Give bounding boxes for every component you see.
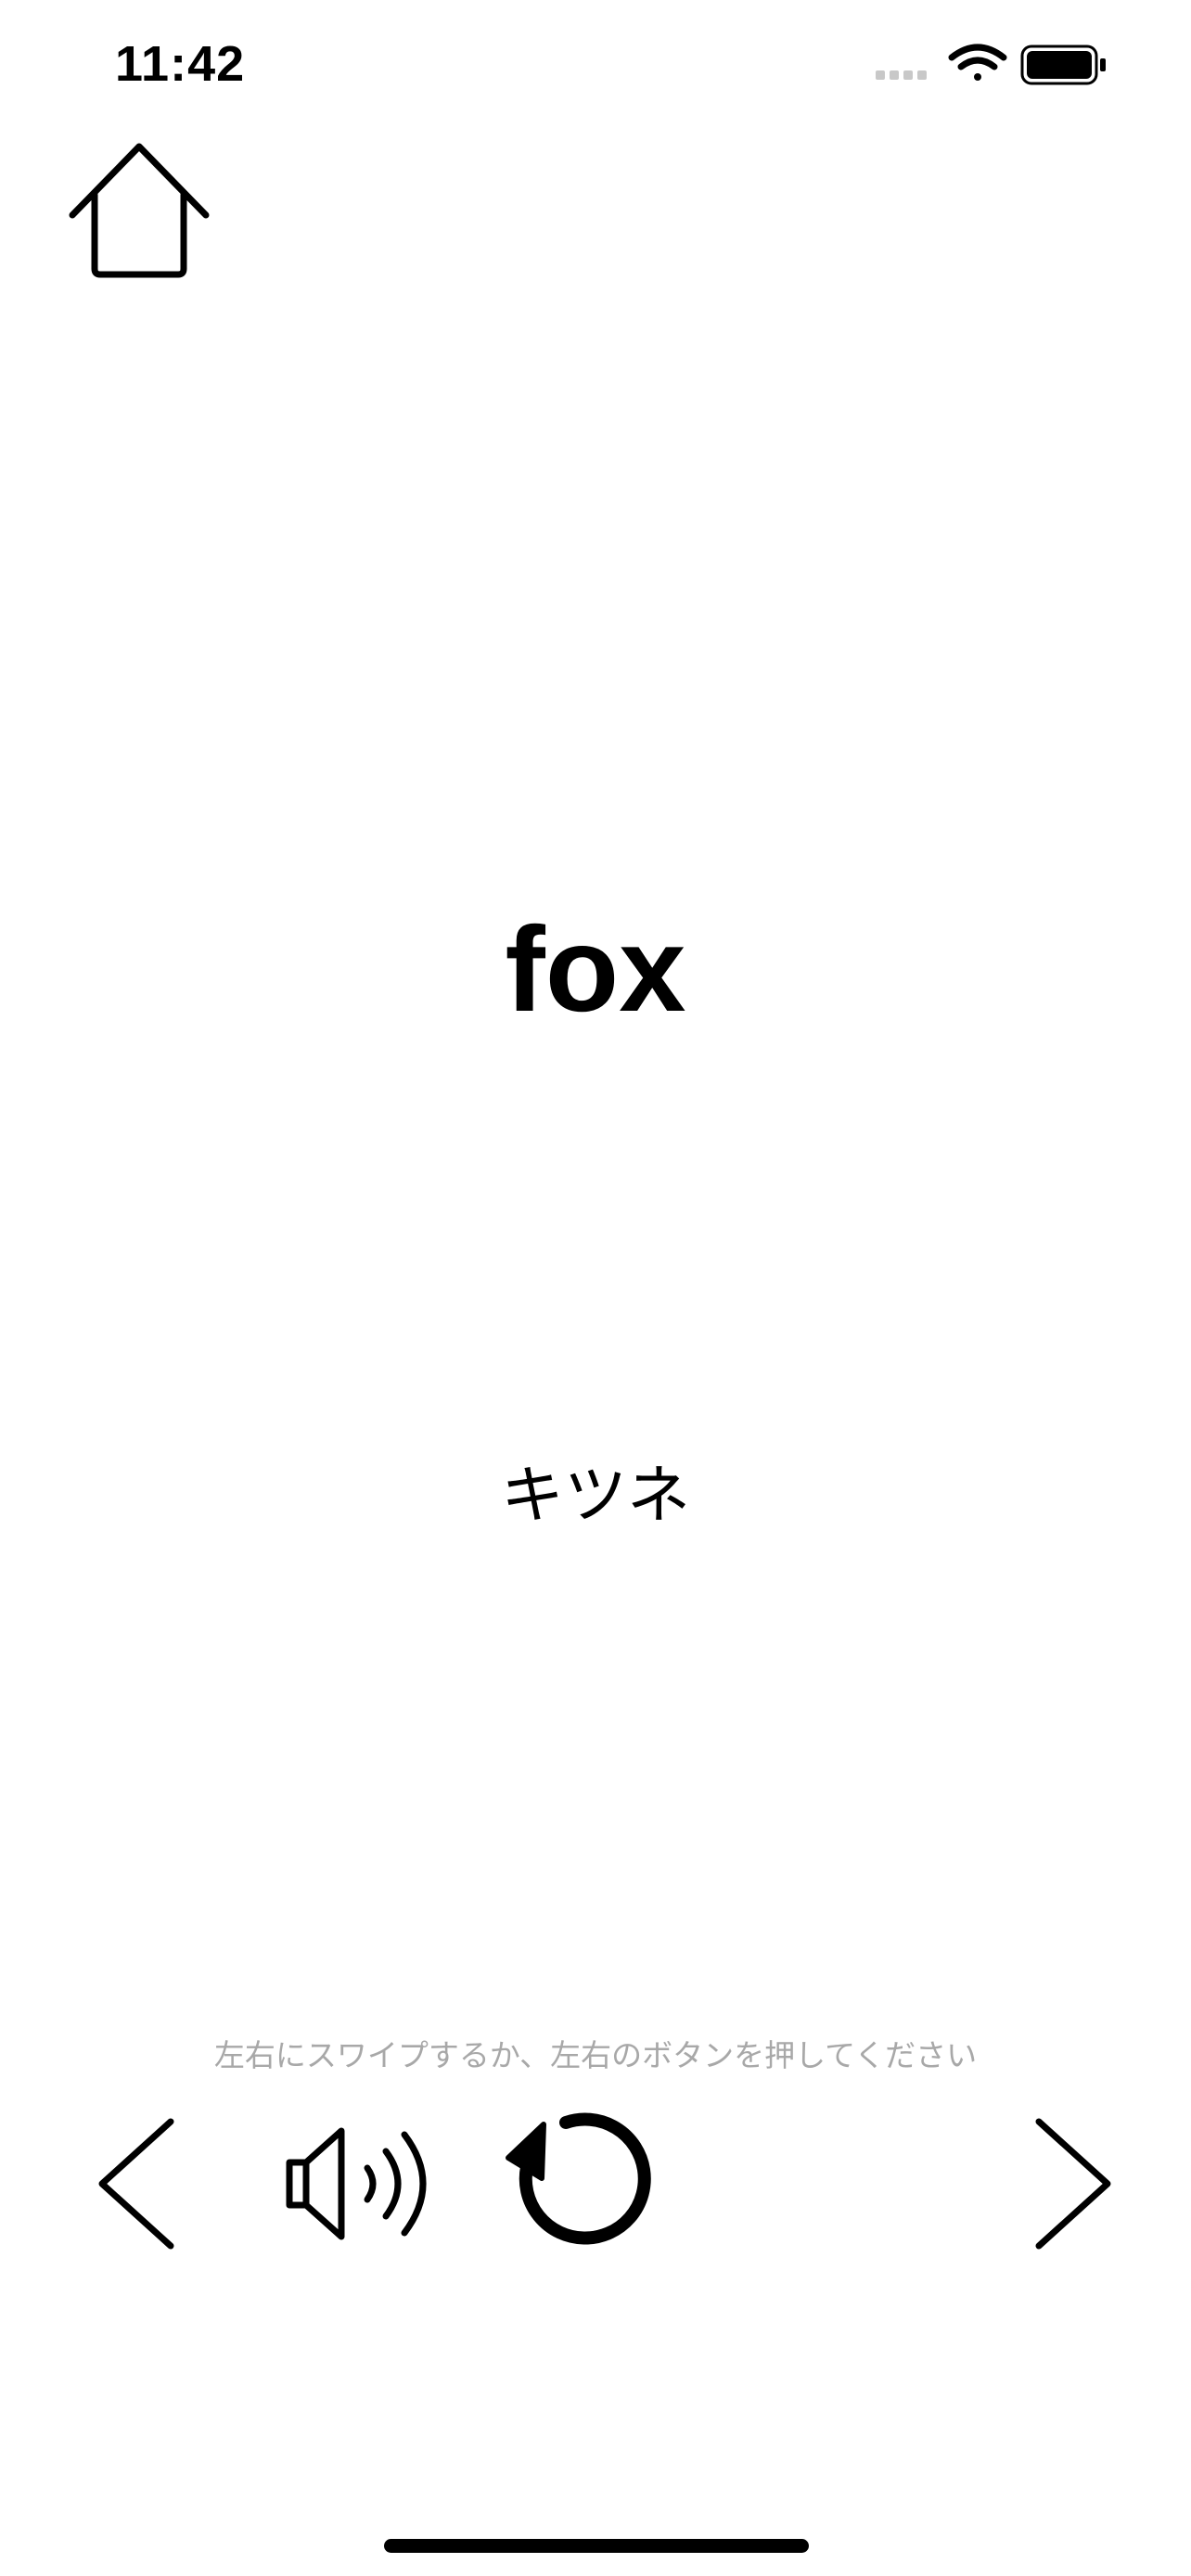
cellular-icon (876, 70, 927, 80)
chevron-left-icon (98, 2118, 174, 2250)
swipe-hint: 左右にスワイプするか、左右のボタンを押してください (213, 2037, 978, 2073)
home-button[interactable] (65, 139, 213, 287)
status-time: 11:42 (115, 36, 246, 92)
status-icons (876, 43, 1117, 89)
chevron-right-icon (1035, 2118, 1111, 2250)
word-text: fox (505, 901, 686, 1037)
replay-icon (506, 2112, 651, 2245)
status-bar: 11:42 (0, 0, 1191, 139)
speaker-icon (286, 2127, 427, 2240)
speaker-button[interactable] (278, 2123, 436, 2244)
wifi-icon (948, 44, 1007, 81)
home-icon (69, 143, 210, 278)
home-indicator[interactable] (384, 2539, 809, 2553)
battery-icon (1020, 45, 1106, 85)
replay-button[interactable] (501, 2110, 659, 2258)
meaning-text: キツネ (500, 1460, 690, 1533)
previous-button[interactable] (89, 2114, 182, 2253)
next-button[interactable] (1028, 2114, 1121, 2253)
